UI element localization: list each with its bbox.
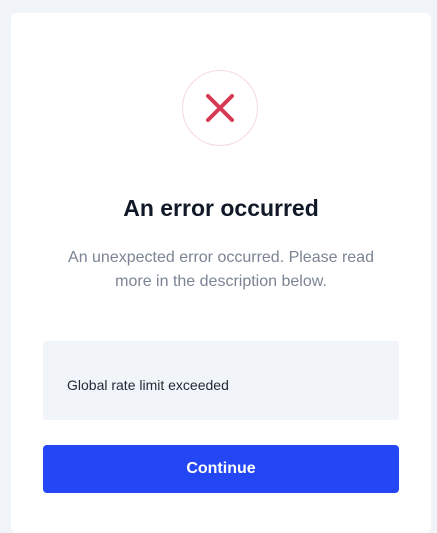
error-dialog: An error occurred An unexpected error oc… bbox=[11, 13, 431, 533]
dialog-title: An error occurred bbox=[123, 195, 319, 221]
close-x-icon bbox=[206, 94, 234, 122]
error-icon-badge bbox=[182, 70, 258, 146]
error-message-text: Global rate limit exceeded bbox=[67, 377, 229, 393]
error-message-box: Global rate limit exceeded bbox=[43, 341, 399, 420]
dialog-description: An unexpected error occurred. Please rea… bbox=[68, 249, 374, 290]
continue-button[interactable]: Continue bbox=[43, 445, 399, 493]
